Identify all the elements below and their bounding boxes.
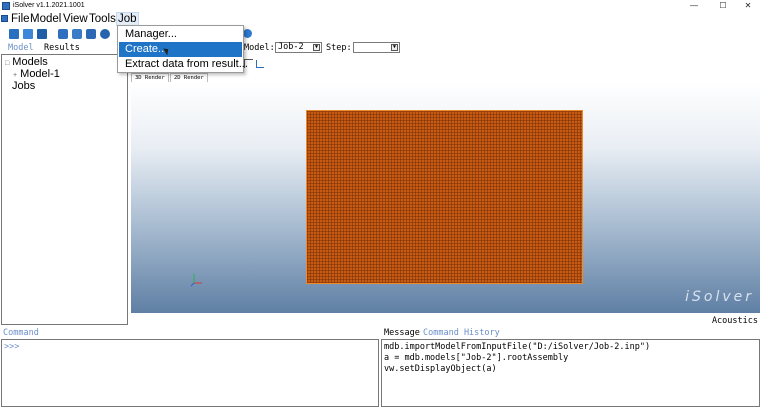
toolbar bbox=[0, 26, 760, 42]
model-select-value: Job-2 bbox=[278, 42, 304, 52]
app-menu-icon[interactable] bbox=[1, 15, 8, 22]
command-prompt: >>> bbox=[4, 342, 20, 352]
app-icon bbox=[2, 2, 10, 10]
step-label: Step: bbox=[326, 43, 352, 53]
view-fit-icon[interactable] bbox=[256, 60, 264, 68]
brand-watermark: iSolver bbox=[685, 289, 754, 305]
model-select[interactable]: Job-2 ▼ bbox=[275, 42, 322, 53]
message-log: mdb.importModelFromInputFile("D:/iSolver… bbox=[381, 339, 760, 407]
tab-model[interactable]: Model bbox=[8, 42, 34, 54]
menu-job[interactable]: Job bbox=[116, 12, 139, 26]
mesh-model[interactable] bbox=[306, 110, 583, 284]
model-label: Model: bbox=[244, 43, 275, 53]
chevron-down-icon: ▼ bbox=[313, 44, 320, 51]
menu-model[interactable]: Model bbox=[29, 12, 62, 26]
menu-file[interactable]: File bbox=[10, 12, 31, 26]
tab-command-history[interactable]: Command History bbox=[423, 328, 500, 338]
axis-triad-icon bbox=[190, 274, 202, 287]
command-console[interactable]: >>> bbox=[1, 339, 379, 407]
menu-item-manager[interactable]: Manager... bbox=[119, 27, 242, 42]
mesh-cube-icon[interactable] bbox=[86, 29, 96, 39]
tree-expand-icon[interactable]: + bbox=[13, 72, 17, 79]
message-line: mdb.importModelFromInputFile("D:/iSolver… bbox=[384, 342, 651, 352]
info-icon[interactable] bbox=[243, 29, 252, 38]
command-label[interactable]: Command bbox=[3, 328, 39, 338]
chevron-down-icon: ▼ bbox=[391, 44, 398, 51]
left-panel-tabs: Model Results bbox=[0, 42, 128, 54]
render-viewport[interactable]: iSolver bbox=[131, 82, 760, 313]
module-label: Acoustics bbox=[711, 316, 758, 326]
open-folder-icon[interactable] bbox=[23, 29, 33, 39]
tree-models-label: Models bbox=[12, 56, 48, 68]
new-file-icon[interactable] bbox=[9, 29, 19, 39]
model-tree-panel: □ Models + Model-1 Jobs bbox=[1, 54, 128, 325]
minimize-button[interactable]: — bbox=[684, 0, 704, 12]
message-line: vw.setDisplayObject(a) bbox=[384, 364, 497, 374]
multi-cube-icon[interactable] bbox=[100, 29, 110, 39]
maximize-button[interactable]: ☐ bbox=[713, 0, 733, 12]
window-title: iSolver v1.1.2021.1001 bbox=[13, 2, 85, 9]
menu-tools[interactable]: Tools bbox=[88, 12, 117, 26]
menu-item-create[interactable]: Create... bbox=[119, 42, 242, 57]
close-button[interactable]: ✕ bbox=[738, 0, 758, 12]
tab-message[interactable]: Message bbox=[384, 328, 420, 338]
menu-view[interactable]: View bbox=[62, 12, 89, 26]
title-bar: iSolver v1.1.2021.1001 — ☐ ✕ bbox=[0, 0, 760, 12]
assembly-cube-icon[interactable] bbox=[72, 29, 82, 39]
tree-model-1-label: Model-1 bbox=[20, 68, 60, 80]
tab-results[interactable]: Results bbox=[44, 42, 80, 54]
step-select[interactable]: ▼ bbox=[353, 42, 400, 53]
tab-3d-render[interactable]: 3D Render bbox=[131, 73, 169, 82]
tab-2d-render[interactable]: 2D Render bbox=[170, 73, 208, 82]
save-icon[interactable] bbox=[37, 29, 47, 39]
job-dropdown-menu: Manager... Create... Extract data from r… bbox=[117, 25, 248, 73]
part-cube-icon[interactable] bbox=[58, 29, 68, 39]
message-line: a = mdb.models["Job-2"].rootAssembly bbox=[384, 353, 569, 363]
tree-jobs[interactable]: Jobs bbox=[12, 80, 35, 92]
menu-item-extract-data[interactable]: Extract data from result... bbox=[119, 57, 248, 72]
tree-collapse-icon[interactable]: □ bbox=[5, 60, 9, 67]
menu-bar: File Model View Tools Job bbox=[0, 12, 760, 26]
